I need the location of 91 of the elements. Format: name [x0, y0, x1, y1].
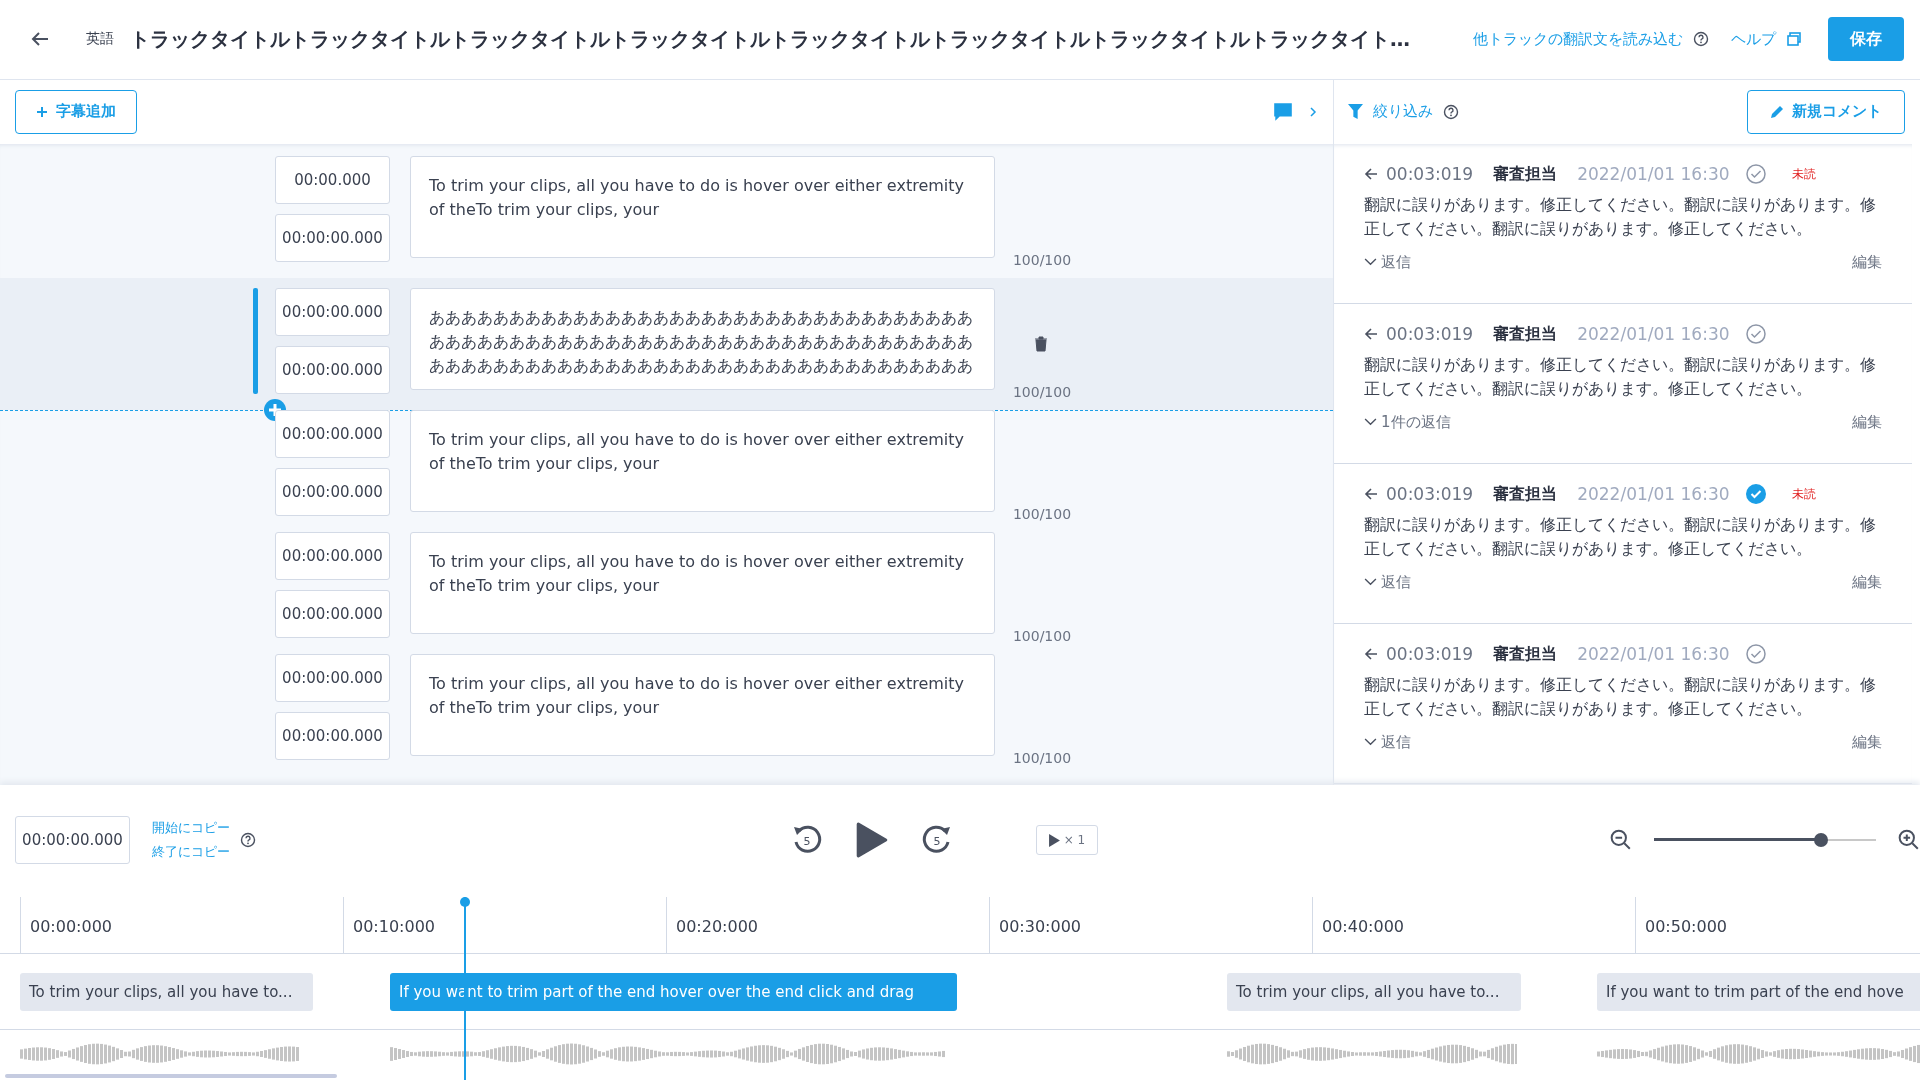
comment-author: 審査担当	[1493, 323, 1558, 345]
time-tick-label: 00:50:000	[1635, 897, 1920, 953]
subtitle-text-field[interactable]: To trim your clips, all you have to do is hover over either extremity of theTo trim your clips, your	[410, 155, 995, 258]
comment-text: 翻訳に誤りがあります。修正してください。翻訳に誤りがあります。修正してください。翻訳に誤りがあります。修正してください。	[1364, 353, 1877, 400]
track-title: トラックタイトルトラックタイトルトラックタイトルトラックタイトルトラックタイトルトラックタイトルトラックタイトルトラックタイト…	[130, 25, 1411, 53]
comment-date: 2022/01/01 16:30	[1577, 484, 1730, 505]
comment-time[interactable]: 00:03:019	[1386, 324, 1474, 345]
time-tick-label: 00:30:000	[989, 897, 1312, 953]
new-window-icon	[1786, 31, 1802, 48]
replies-toggle[interactable]: 返信	[1364, 572, 1411, 592]
subtitle-row[interactable]: 00:00:00.000 00:00:00.000 ああああああああああああああああああああああああああああああああああああああああああああああああああああああああああああああああああああああああああああああああああああああああああああああああああああああ 100/100	[0, 277, 1333, 410]
subtitle-row[interactable]: 00:00.000 00:00:00.000 To trim your clips, all you have to do is hover over either extremity of theTo trim your clips, your 100/100	[0, 155, 1333, 278]
time-tick-label: 00:40:000	[1312, 897, 1635, 953]
comment-author: 審査担当	[1493, 643, 1558, 665]
chevron-down-icon	[1364, 577, 1377, 587]
edit-link[interactable]: 編集	[1852, 732, 1882, 752]
time-tick-label: 00:00:000	[20, 897, 343, 953]
replies-toggle[interactable]: 返信	[1364, 252, 1411, 272]
help-icon[interactable]	[240, 832, 256, 848]
subtitle-clip[interactable]: To trim your clips, all you have to...	[20, 973, 313, 1011]
comment-date: 2022/01/01 16:30	[1577, 644, 1730, 665]
edit-link[interactable]: 編集	[1852, 572, 1882, 592]
start-time-field[interactable]: 00:00:00.000	[275, 653, 390, 702]
zoom-in-icon[interactable]	[1898, 829, 1920, 851]
comment-author: 審査担当	[1493, 163, 1558, 185]
start-time-field[interactable]: 00:00:00.000	[275, 287, 390, 336]
subtitle-clip[interactable]: If you want to trim part of the end hove	[1597, 973, 1920, 1011]
comment-text: 翻訳に誤りがあります。修正してください。翻訳に誤りがあります。修正してください。翻訳に誤りがあります。修正してください。	[1364, 513, 1877, 560]
chevron-down-icon	[1364, 737, 1377, 747]
comment-author: 審査担当	[1493, 483, 1558, 505]
trash-icon[interactable]	[1034, 335, 1048, 352]
play-icon[interactable]	[855, 821, 888, 859]
edit-link[interactable]: 編集	[1852, 412, 1882, 432]
slider-thumb[interactable]	[1813, 833, 1828, 847]
character-count: 100/100	[1012, 505, 1072, 522]
comment-text: 翻訳に誤りがあります。修正してください。翻訳に誤りがあります。修正してください。翻訳に誤りがあります。修正してください。	[1364, 193, 1877, 240]
character-count: 100/100	[1012, 749, 1072, 766]
end-time-field[interactable]: 00:00:00.000	[275, 589, 390, 638]
resolved-check-icon[interactable]	[1745, 484, 1766, 505]
start-time-field[interactable]: 00:00.000	[275, 155, 390, 204]
left-arrow-icon[interactable]	[1364, 487, 1378, 502]
play-icon	[1048, 833, 1060, 847]
comment-time[interactable]: 00:03:019	[1386, 484, 1474, 505]
start-time-field[interactable]: 00:00:00.000	[275, 531, 390, 580]
unread-label: 未読	[1791, 165, 1816, 183]
comment-date: 2022/01/01 16:30	[1577, 164, 1730, 185]
comment-date: 2022/01/01 16:30	[1577, 324, 1730, 345]
end-time-field[interactable]: 00:00:00.000	[275, 345, 390, 394]
left-arrow-icon[interactable]	[1364, 327, 1378, 342]
subtitle-text-field[interactable]: To trim your clips, all you have to do is hover over either extremity of theTo trim your clips, your	[410, 531, 995, 634]
zoom-out-icon[interactable]	[1610, 829, 1632, 851]
pencil-icon	[1770, 104, 1784, 119]
resolved-check-icon[interactable]	[1745, 644, 1766, 665]
comment-icon[interactable]	[1272, 100, 1294, 123]
unread-label: 未読	[1791, 485, 1816, 503]
filter-icon[interactable]	[1348, 104, 1363, 120]
comment-time[interactable]: 00:03:019	[1386, 164, 1474, 185]
comment-text: 翻訳に誤りがあります。修正してください。翻訳に誤りがあります。修正してください。翻訳に誤りがあります。修正してください。	[1364, 673, 1877, 720]
end-time-field[interactable]: 00:00:00.000	[275, 711, 390, 760]
resolved-check-icon[interactable]	[1745, 324, 1766, 345]
chevron-down-icon	[1364, 417, 1377, 427]
subtitle-text-field[interactable]: To trim your clips, all you have to do is hover over either extremity of theTo trim your clips, your	[410, 653, 995, 756]
character-count: 100/100	[1012, 627, 1072, 644]
current-time-field[interactable]: 00:00:00.000	[15, 816, 130, 864]
character-count: 100/100	[1012, 251, 1072, 268]
language-label: 英語	[86, 30, 114, 49]
chevron-down-icon	[1364, 257, 1377, 267]
left-arrow-icon[interactable]	[1364, 167, 1378, 182]
subtitle-clip[interactable]: To trim your clips, all you have to...	[1227, 973, 1521, 1011]
left-arrow-icon[interactable]	[1364, 647, 1378, 662]
resolved-check-icon[interactable]	[1745, 164, 1766, 185]
help-icon[interactable]	[1443, 103, 1459, 120]
edit-link[interactable]: 編集	[1852, 252, 1882, 272]
subtitle-row[interactable]: 00:00:00.000 00:00:00.000 To trim your clips, all you have to do is hover over either extremity of theTo trim your clips, your 100/100	[0, 409, 1333, 532]
replies-toggle[interactable]: 返信	[1364, 732, 1411, 752]
playback-speed-button[interactable]: × 1	[1035, 825, 1099, 855]
comment-time[interactable]: 00:03:019	[1386, 644, 1474, 665]
subtitle-row[interactable]: 00:00:00.000 00:00:00.000 To trim your clips, all you have to do is hover over either extremity of theTo trim your clips, your 100/100	[0, 653, 1333, 776]
scrollbar[interactable]	[5, 1074, 337, 1078]
end-time-field[interactable]: 00:00:00.000	[275, 213, 390, 262]
subtitle-text-field[interactable]: ああああああああああああああああああああああああああああああああああああああああああああああああああああああああああああああああああああああああああああああああああああああああああああああああああああああ	[410, 287, 995, 390]
subtitle-row[interactable]: 00:00:00.000 00:00:00.000 To trim your clips, all you have to do is hover over either extremity of theTo trim your clips, your 100/100	[0, 531, 1333, 654]
help-icon[interactable]	[1693, 31, 1709, 48]
character-count: 100/100	[1012, 383, 1072, 400]
end-time-field[interactable]: 00:00:00.000	[275, 467, 390, 516]
start-time-field[interactable]: 00:00:00.000	[275, 409, 390, 458]
replies-toggle[interactable]: 1件の返信	[1364, 412, 1451, 432]
time-tick-label: 00:20:000	[666, 897, 989, 953]
subtitle-text-field[interactable]: To trim your clips, all you have to do is hover over either extremity of theTo trim your clips, your	[410, 409, 995, 512]
chevron-right-icon[interactable]	[1308, 106, 1318, 117]
plus-icon	[36, 105, 48, 118]
